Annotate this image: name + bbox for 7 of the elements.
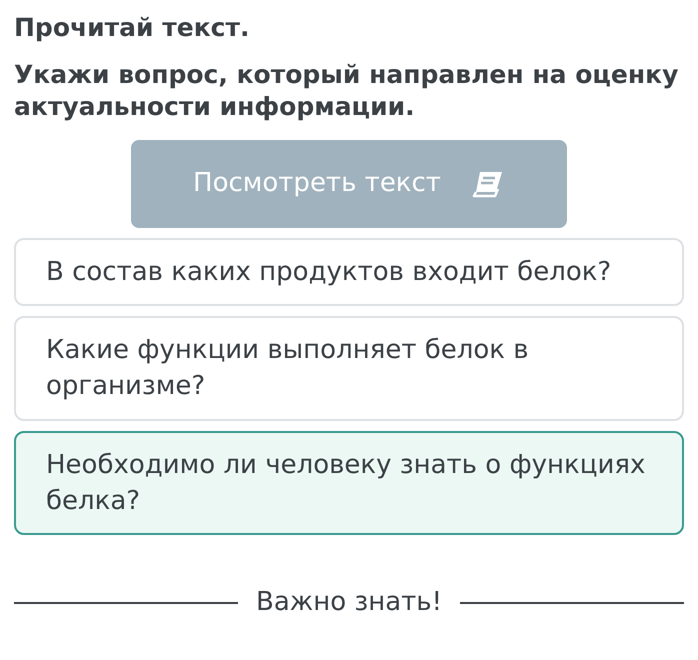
- answer-option[interactable]: В состав каких продуктов входит белок?: [14, 238, 684, 306]
- section-heading: Важно знать!: [256, 586, 442, 620]
- question-text: Укажи вопрос, который направлен на оценку актуальности информации.: [14, 58, 680, 123]
- instruction-text: Прочитай текст.: [14, 12, 250, 44]
- answer-option[interactable]: Какие функции выполняет белок в организме?: [14, 316, 684, 421]
- answer-option[interactable]: Необходимо ли человеку знать о функциях белка?: [14, 430, 684, 536]
- book-icon: [470, 170, 505, 198]
